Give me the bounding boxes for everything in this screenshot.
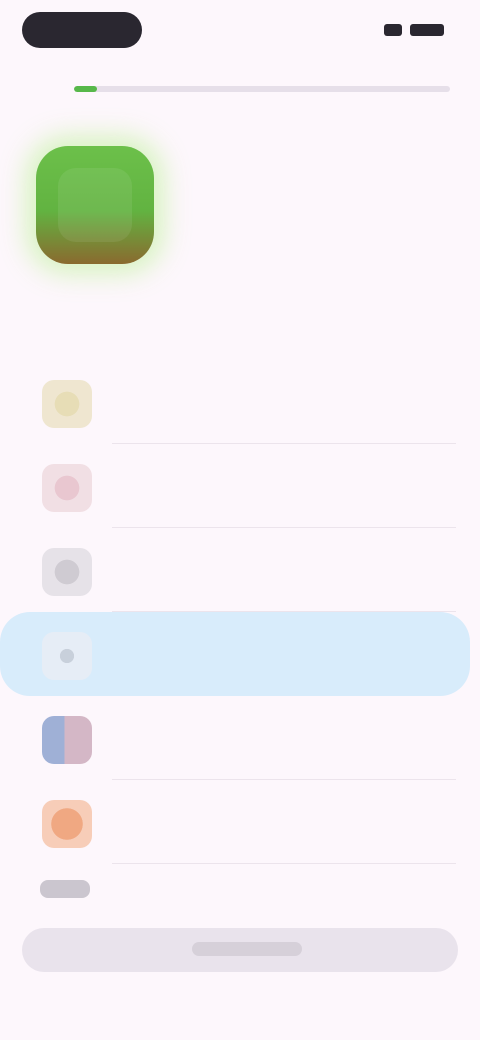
list-item[interactable] [0,780,480,864]
battery-icon [410,24,444,36]
list-item[interactable] [0,444,480,528]
status-icons [354,22,444,38]
list-item[interactable] [0,360,480,444]
progress-bar [74,86,450,92]
bottom-handle [192,942,302,956]
category-icon [42,716,92,764]
list-item-selected[interactable] [0,612,470,696]
category-icon [42,380,92,428]
category-list [0,360,480,864]
category-icon [42,464,92,512]
status-bar [0,0,480,64]
app-header [22,120,458,290]
app-icon [36,146,154,264]
app-icon-glyph [58,168,132,242]
bottom-bar[interactable] [22,928,458,972]
screen [0,0,480,1040]
progress-fill [74,86,97,92]
partial-list-item [40,880,90,898]
signal-icon [384,24,402,36]
divider [112,863,456,864]
category-icon [42,548,92,596]
category-icon [42,632,92,680]
list-item[interactable] [0,696,480,780]
status-pill [22,12,142,48]
list-item[interactable] [0,528,480,612]
category-icon [42,800,92,848]
